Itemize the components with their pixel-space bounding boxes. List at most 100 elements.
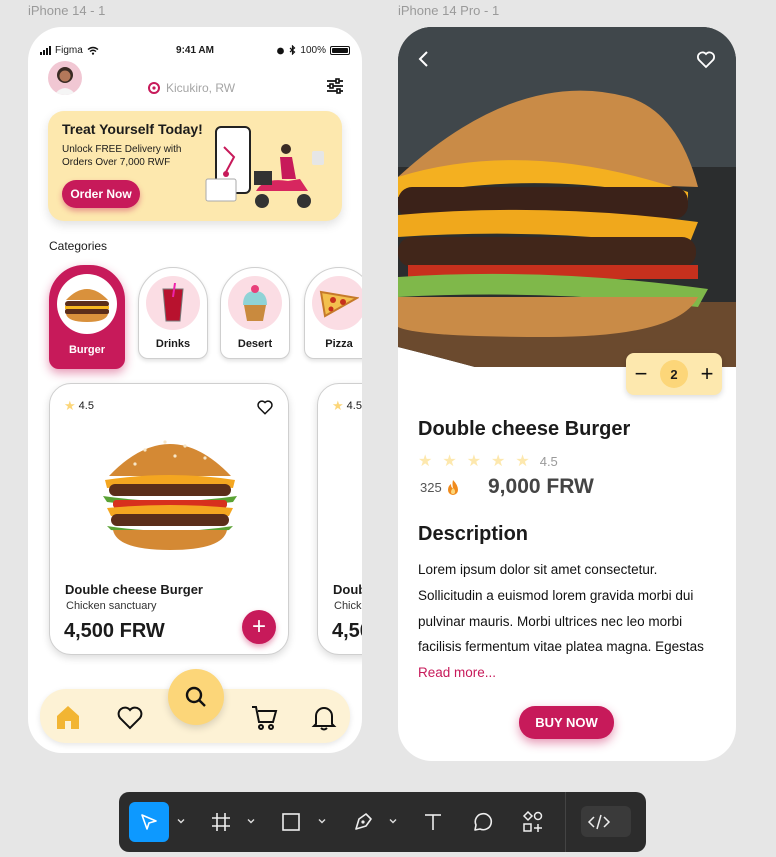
- pizza-icon: [319, 290, 359, 318]
- rating-chip: ★ 4.5: [332, 398, 362, 414]
- food-card[interactable]: ★ 4.5 Double cheese Burger Chicken sanct…: [317, 383, 362, 655]
- back-arrow-icon[interactable]: [414, 49, 434, 69]
- category-pizza[interactable]: Pizza: [304, 267, 362, 359]
- category-drinks[interactable]: Drinks: [138, 267, 208, 359]
- wifi-icon: [87, 46, 99, 55]
- quantity-decrement-button[interactable]: −: [630, 361, 652, 387]
- promo-text: Unlock FREE Delivery with Orders Over 7,…: [62, 144, 182, 168]
- move-tool[interactable]: [129, 802, 169, 842]
- home-screen-frame: Figma 9:41 AM 100% Kicukiro, RW Treat Yo…: [28, 27, 362, 753]
- filter-icon[interactable]: [326, 77, 344, 95]
- frame-tool[interactable]: [203, 802, 239, 842]
- food-name: Double cheese Burger: [333, 582, 362, 597]
- category-label: Drinks: [155, 338, 191, 350]
- product-price: 9,000 FRW: [488, 475, 594, 498]
- star-icon: ★: [491, 453, 506, 470]
- cupcake-icon: [243, 285, 267, 321]
- shape-tool[interactable]: [273, 802, 309, 842]
- read-more-link[interactable]: Read more...: [418, 665, 496, 680]
- burger-icon: [65, 289, 109, 322]
- chevron-down-icon[interactable]: [388, 816, 398, 826]
- description-heading: Description: [418, 523, 529, 545]
- star-icon: ★: [332, 398, 344, 413]
- chevron-down-icon[interactable]: [176, 816, 186, 826]
- category-image: [312, 276, 362, 330]
- description-body: Lorem ipsum dolor sit amet consectetur. …: [418, 562, 704, 655]
- add-to-cart-button[interactable]: +: [242, 610, 276, 644]
- product-title: Double cheese Burger: [418, 418, 631, 440]
- code-icon: [587, 814, 611, 829]
- category-burger[interactable]: Burger: [49, 265, 125, 369]
- detail-screen-frame: − 2 + Double cheese Burger ★ ★ ★ ★ ★ 4.5…: [398, 27, 736, 761]
- components-icon: [522, 811, 543, 832]
- quantity-value: 2: [660, 360, 688, 388]
- order-now-button[interactable]: Order Now: [62, 180, 140, 208]
- promo-title: Treat Yourself Today!: [62, 121, 203, 137]
- rating-value: 4.5: [78, 400, 94, 412]
- pen-icon: [355, 813, 372, 830]
- star-icon: ★: [466, 453, 482, 470]
- heart-icon[interactable]: [116, 703, 144, 731]
- components-tool[interactable]: [515, 802, 551, 842]
- food-price: 4,500 FRW: [64, 620, 165, 642]
- frame-icon: [212, 813, 230, 831]
- restaurant-name: Chicken sanctuary: [334, 600, 362, 612]
- rating-chip: ★ 4.5: [64, 398, 94, 414]
- bell-icon[interactable]: [310, 703, 338, 731]
- dev-mode-toggle[interactable]: [581, 806, 631, 837]
- food-price: 4,500 FRW: [332, 620, 362, 642]
- rectangle-icon: [282, 813, 300, 831]
- category-label: Pizza: [325, 338, 353, 350]
- category-label: Desert: [237, 338, 273, 350]
- buy-now-button[interactable]: BUY NOW: [519, 706, 614, 739]
- category-image: [228, 276, 282, 330]
- drink-icon: [162, 283, 184, 322]
- star-icon: ★: [515, 453, 530, 470]
- location-pin-icon: [148, 82, 160, 94]
- text-tool[interactable]: [415, 802, 451, 842]
- delivery-illustration: [205, 126, 324, 208]
- favorite-heart-icon[interactable]: [256, 398, 274, 416]
- promo-banner: Treat Yourself Today! Unlock FREE Delive…: [48, 111, 342, 221]
- chevron-down-icon[interactable]: [317, 816, 327, 826]
- pen-tool[interactable]: [345, 802, 381, 842]
- calories-value: 325: [420, 480, 442, 495]
- burger-image: [103, 440, 237, 550]
- food-name: Double cheese Burger: [65, 582, 203, 597]
- cart-icon[interactable]: [250, 703, 278, 731]
- favorite-heart-icon[interactable]: [696, 49, 716, 69]
- burger-hero-image: [398, 27, 736, 367]
- description-text: Lorem ipsum dolor sit amet consectetur. …: [418, 557, 724, 686]
- categories-heading: Categories: [49, 239, 108, 253]
- frame-label-1[interactable]: iPhone 14 - 1: [28, 3, 105, 18]
- rating-value: 4.5: [539, 453, 558, 469]
- comment-tool[interactable]: [465, 802, 501, 842]
- cursor-icon: [141, 814, 157, 830]
- text-icon: [425, 814, 441, 830]
- food-card[interactable]: ★ 4.5 Double cheese Burger Chicken sanct…: [49, 383, 289, 655]
- search-button[interactable]: [168, 669, 224, 725]
- status-time: 9:41 AM: [176, 44, 214, 56]
- location-display[interactable]: Kicukiro, RW: [148, 81, 235, 95]
- frame-label-2[interactable]: iPhone 14 Pro - 1: [398, 3, 499, 18]
- signal-icon: [40, 45, 51, 55]
- category-label: Burger: [68, 344, 106, 356]
- quantity-increment-button[interactable]: +: [696, 361, 718, 387]
- battery-icon: [330, 45, 350, 55]
- comment-icon: [474, 812, 493, 831]
- battery-percent: 100%: [300, 44, 326, 56]
- location-label: Kicukiro, RW: [166, 81, 236, 95]
- rating-value: 4.5: [346, 400, 362, 412]
- avatar[interactable]: [48, 61, 82, 95]
- category-desert[interactable]: Desert: [220, 267, 290, 359]
- rating-stars: ★ ★ ★ ★ ★ 4.5: [418, 451, 558, 471]
- fire-icon: [447, 480, 458, 495]
- home-icon[interactable]: [54, 703, 82, 731]
- category-image: [146, 276, 200, 330]
- star-icon: ★: [64, 398, 76, 413]
- bluetooth-icon: [290, 45, 296, 55]
- star-icon: ★: [418, 453, 433, 470]
- chevron-down-icon[interactable]: [246, 816, 256, 826]
- quantity-stepper: − 2 +: [626, 353, 722, 395]
- design-toolbar: [119, 792, 646, 852]
